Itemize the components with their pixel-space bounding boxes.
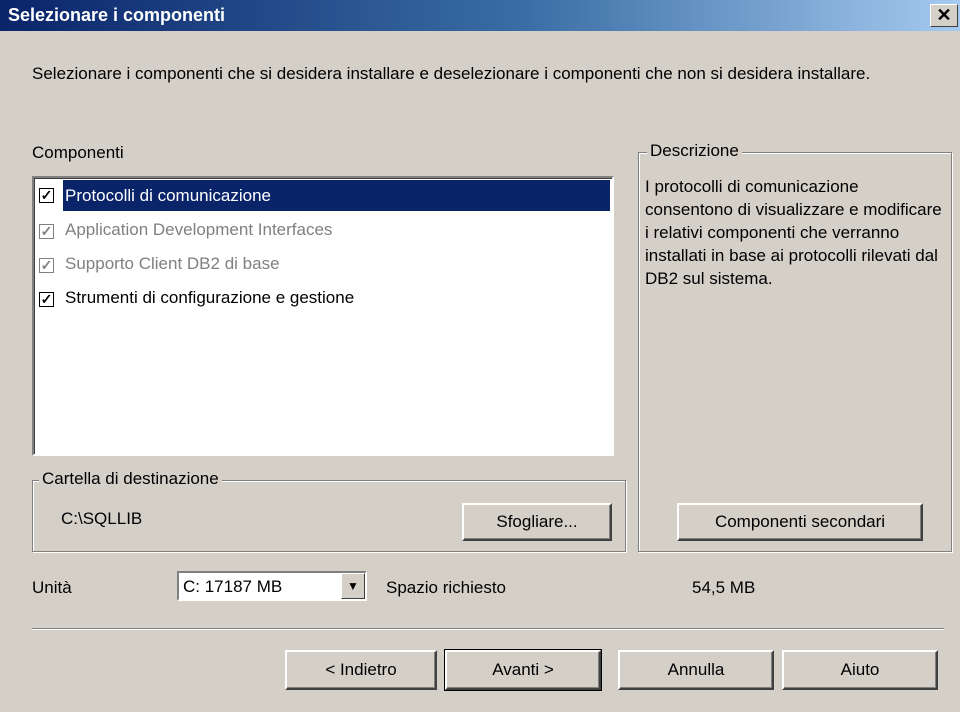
component-item-communication-protocols[interactable]: ✓ Protocolli di comunicazione [36,180,610,211]
subcomponents-button[interactable]: Componenti secondari [677,503,923,541]
component-label: Protocolli di comunicazione [63,180,610,211]
browse-button[interactable]: Sfogliare... [462,503,612,541]
checkbox[interactable]: ✓ [39,258,54,273]
chevron-down-icon[interactable]: ▼ [341,573,365,599]
cancel-button[interactable]: Annulla [618,650,774,690]
space-required-label: Spazio richiesto [386,578,507,597]
drive-value: C: 17187 MB [183,577,283,596]
window-title: Selezionare i componenti [8,5,226,25]
description-title: Descrizione [647,141,742,161]
components-list[interactable]: ✓ Protocolli di comunicazione ✓ Applicat… [32,176,614,456]
checkbox[interactable]: ✓ [39,292,54,307]
close-icon: ✕ [936,5,952,25]
separator [32,628,944,630]
components-label: Componenti [32,143,124,162]
drive-select[interactable]: C: 17187 MB ▼ [177,571,367,601]
destination-title: Cartella di destinazione [39,469,222,489]
drive-label: Unità [32,578,72,597]
checkbox[interactable]: ✓ [39,188,54,203]
space-required-value: 54,5 MB [692,578,756,597]
component-item-app-dev-interfaces[interactable]: ✓ Application Development Interfaces [36,216,610,247]
component-label: Application Development Interfaces [65,220,333,239]
component-label: Strumenti di configurazione e gestione [65,288,355,307]
description-group: Descrizione I protocolli di comunicazion… [638,141,952,552]
close-button[interactable]: ✕ [930,4,958,27]
component-item-config-tools[interactable]: ✓ Strumenti di configurazione e gestione [36,284,610,315]
destination-group: Cartella di destinazione C:\SQLLIB Sfogl… [32,469,626,552]
component-item-db2-client-support[interactable]: ✓ Supporto Client DB2 di base [36,250,610,281]
intro-text: Selezionare i componenti che si desidera… [32,64,871,83]
back-button[interactable]: < Indietro [285,650,437,690]
help-button[interactable]: Aiuto [782,650,938,690]
next-button[interactable]: Avanti > [444,649,602,691]
title-bar: Selezionare i componenti ✕ [0,0,960,31]
destination-path: C:\SQLLIB [61,509,143,528]
description-text: I protocolli di comunicazione consentono… [645,177,942,288]
component-label: Supporto Client DB2 di base [65,254,280,273]
checkbox[interactable]: ✓ [39,224,54,239]
